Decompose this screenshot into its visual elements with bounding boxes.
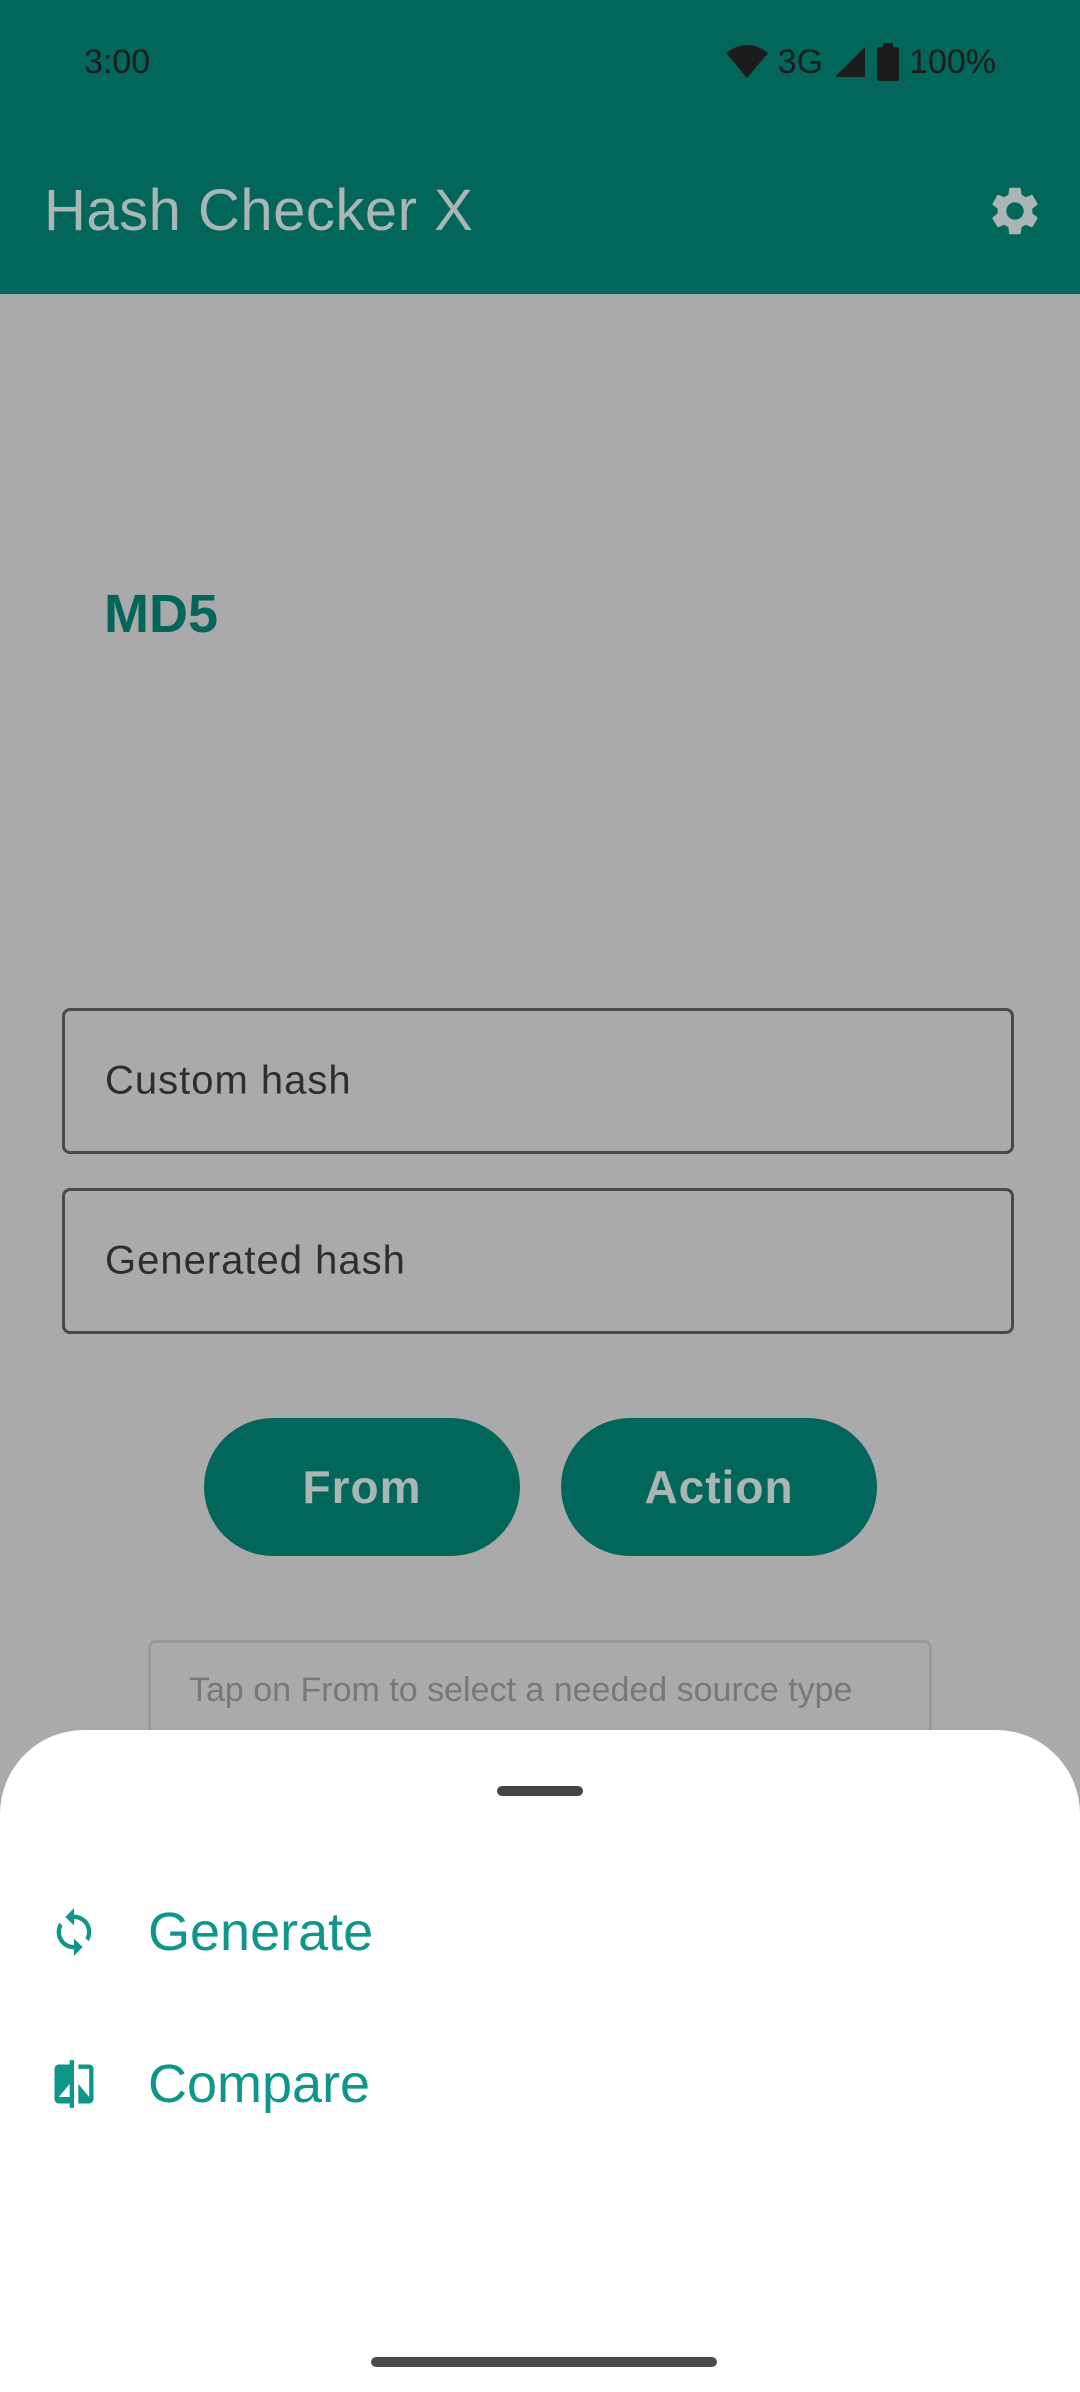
app-title: Hash Checker X: [44, 178, 474, 243]
compare-icon: [46, 2056, 102, 2112]
status-time: 3:00: [84, 43, 151, 81]
network-type: 3G: [777, 42, 824, 81]
custom-hash-label: Custom hash: [105, 1058, 352, 1103]
refresh-icon: [46, 1904, 102, 1960]
signal-icon: [833, 45, 867, 79]
bottom-sheet: Generate Compare: [0, 1730, 1080, 2392]
generated-hash-label: Generated hash: [105, 1238, 406, 1283]
app-bar: Hash Checker X: [0, 126, 1080, 294]
gear-icon: [986, 182, 1044, 245]
wifi-icon: [725, 45, 768, 79]
sheet-item-label: Generate: [148, 1902, 374, 1962]
sheet-item-generate[interactable]: Generate: [0, 1856, 1080, 2008]
settings-button[interactable]: [980, 178, 1050, 248]
action-button[interactable]: Action: [561, 1418, 877, 1556]
battery-icon: [877, 43, 900, 81]
hint-text: Tap on From to select a needed source ty…: [189, 1671, 853, 1709]
from-button[interactable]: From: [204, 1418, 520, 1556]
generated-hash-field[interactable]: Generated hash: [62, 1188, 1014, 1334]
sheet-item-label: Compare: [148, 2054, 371, 2114]
status-bar: 3:00 3G 100%: [0, 0, 1080, 126]
algorithm-title[interactable]: MD5: [104, 584, 218, 644]
drag-handle[interactable]: [497, 1786, 583, 1796]
sheet-item-compare[interactable]: Compare: [0, 2008, 1080, 2160]
status-icons: 3G 100%: [725, 40, 996, 84]
custom-hash-field[interactable]: Custom hash: [62, 1008, 1014, 1154]
gesture-navigation-bar[interactable]: [371, 2357, 717, 2367]
battery-level: 100%: [909, 42, 996, 81]
